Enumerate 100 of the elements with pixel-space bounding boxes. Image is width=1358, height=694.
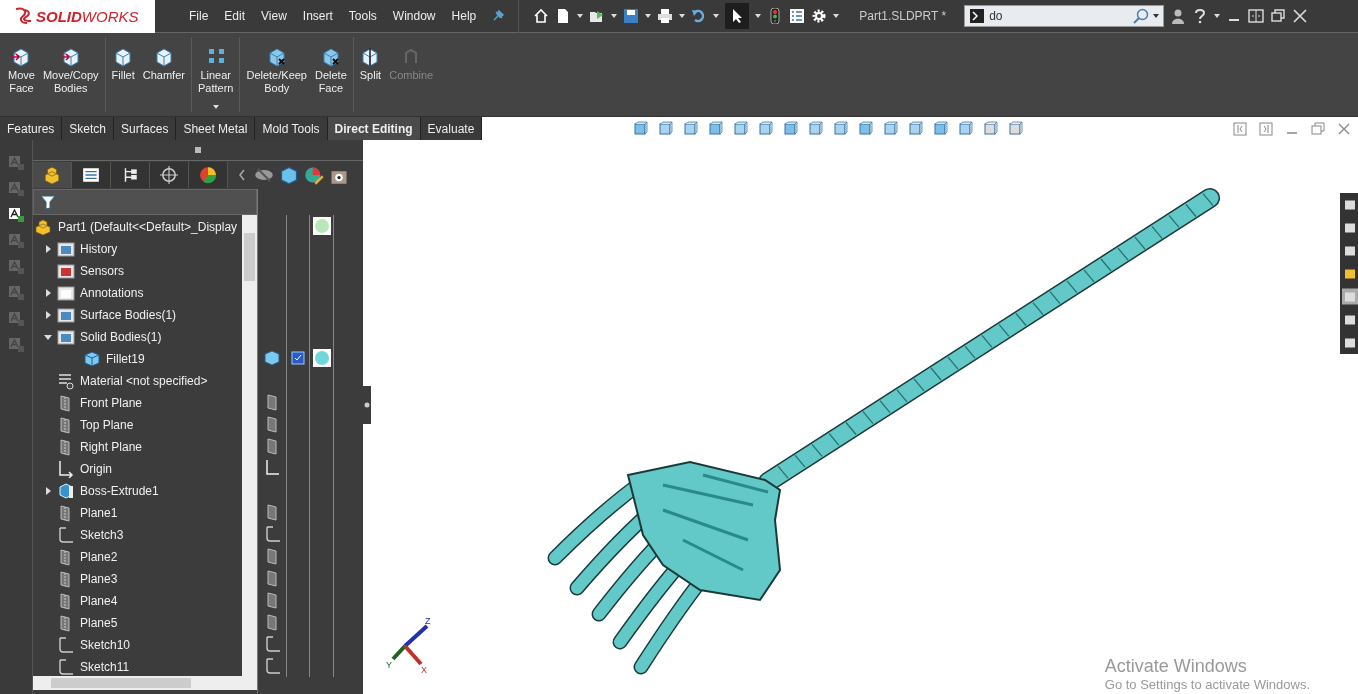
dimxpert-tab[interactable] — [150, 162, 189, 188]
caret-icon[interactable] — [577, 14, 584, 18]
solidworks-logo[interactable]: SOLIDWORKS — [0, 0, 155, 33]
bluebox-icon[interactable] — [289, 349, 307, 367]
color-wheel-icon — [199, 166, 217, 184]
tree-item[interactable]: Boss-Extrude1 — [80, 484, 159, 498]
menu-item[interactable]: Tools — [340, 9, 385, 23]
tree-item[interactable]: Front Plane — [80, 396, 143, 410]
menu-item[interactable]: Window — [384, 9, 444, 23]
configuration-manager-tab[interactable] — [111, 162, 150, 188]
panel-splitter-icon[interactable] — [363, 386, 371, 424]
tree-item[interactable]: Plane1 — [80, 506, 118, 520]
caret-icon[interactable] — [1153, 14, 1160, 18]
tree-item[interactable]: Plane3 — [80, 572, 118, 586]
origin-icon[interactable] — [263, 459, 281, 477]
tree-item[interactable]: Plane4 — [80, 594, 118, 608]
ribbon-tab[interactable]: Direct Editing — [327, 117, 421, 140]
caret-icon[interactable] — [645, 14, 652, 18]
menu-item[interactable]: File — [181, 9, 217, 23]
panel-grip-icon[interactable] — [195, 147, 201, 153]
menu-item[interactable]: View — [253, 9, 295, 23]
tree-item[interactable]: Plane5 — [80, 616, 118, 630]
cube-x-icon — [266, 47, 287, 67]
tree-item[interactable]: Material <not specified> — [80, 374, 208, 388]
tree-item[interactable]: Annotations — [80, 286, 144, 300]
caret-icon[interactable] — [1214, 14, 1221, 18]
tree-item[interactable]: Part1 (Default<<Default>_Display — [58, 220, 238, 234]
list-icon[interactable] — [789, 8, 806, 24]
feature-manager-tab[interactable] — [33, 162, 72, 188]
menu-item[interactable]: Edit — [216, 9, 254, 23]
body-icon — [83, 350, 101, 368]
body-icon[interactable] — [263, 349, 281, 367]
search-icon[interactable] — [1133, 8, 1150, 24]
annotation-tool-icon[interactable] — [8, 206, 24, 222]
part-icon — [43, 166, 61, 184]
select-button[interactable] — [725, 3, 750, 29]
caret-icon[interactable] — [833, 14, 840, 18]
search-query: do — [989, 9, 1004, 23]
activation-message: Go to Settings to activate Windows. — [1104, 677, 1310, 692]
tree-item[interactable]: Right Plane — [80, 440, 143, 454]
tile-windows-icon[interactable] — [1248, 8, 1265, 24]
sketch-icon[interactable] — [263, 635, 281, 653]
print-icon[interactable] — [657, 8, 674, 24]
expander-icon[interactable] — [44, 311, 52, 319]
expander-icon[interactable] — [44, 487, 52, 495]
ribbon-button[interactable]: Chamfer — [138, 45, 189, 84]
search-field[interactable]: do — [964, 5, 1165, 27]
save-icon[interactable] — [623, 8, 640, 24]
expander-icon[interactable] — [44, 245, 52, 253]
appearance-ball-icon[interactable] — [312, 349, 331, 367]
ribbon-button[interactable]: Linear Pattern — [193, 45, 238, 111]
filter-icon[interactable] — [40, 194, 56, 210]
ribbon-button[interactable]: Delete/Keep Body — [242, 45, 311, 97]
tree-item[interactable]: Top Plane — [80, 418, 134, 432]
tree-item[interactable]: Surface Bodies(1) — [80, 308, 177, 322]
tree-item[interactable]: Sketch10 — [80, 638, 131, 652]
origin-icon — [57, 460, 75, 478]
tree-item[interactable]: History — [80, 242, 118, 256]
caret-icon[interactable] — [212, 105, 219, 109]
collapse-icon[interactable] — [238, 169, 246, 181]
tree-item[interactable]: Origin — [80, 462, 112, 476]
cube-split-icon — [360, 47, 381, 67]
sketch-icon[interactable] — [263, 657, 281, 675]
part-icon — [35, 218, 53, 236]
display-mode-icon[interactable] — [279, 165, 299, 185]
close-icon[interactable] — [1292, 8, 1309, 24]
cube-arrow-icon — [11, 47, 32, 67]
ribbon-button[interactable]: Move Face — [4, 45, 39, 97]
tree-item[interactable]: Solid Bodies(1) — [80, 330, 162, 344]
caret-icon[interactable] — [679, 14, 686, 18]
property-manager-tab[interactable] — [72, 162, 111, 188]
horizontal-scrollbar[interactable] — [33, 676, 257, 690]
appearance-ball-icon[interactable] — [312, 217, 331, 235]
sketch-icon[interactable] — [263, 525, 281, 543]
user-icon[interactable] — [1170, 8, 1187, 24]
tree-item[interactable]: Sensors — [80, 264, 125, 278]
caret-icon[interactable] — [755, 14, 762, 18]
tree-item[interactable]: Plane2 — [80, 550, 118, 564]
sketch-icon — [57, 636, 75, 654]
ribbon-button[interactable]: Fillet — [107, 45, 139, 84]
vertical-scrollbar[interactable] — [242, 215, 257, 676]
display-manager-tab[interactable] — [189, 162, 228, 188]
expander-icon[interactable] — [44, 333, 52, 341]
caret-icon[interactable] — [611, 14, 618, 18]
menu-item[interactable]: Insert — [294, 9, 341, 23]
ribbon-button[interactable]: Move/Copy Bodies — [38, 45, 103, 97]
tree-item[interactable]: Fillet19 — [106, 352, 145, 366]
history-icon — [57, 240, 75, 258]
ribbon-button[interactable]: Split — [355, 45, 386, 84]
ribbon-button[interactable]: Delete Face — [311, 45, 351, 97]
menu-item[interactable]: Help — [443, 9, 485, 23]
restore-icon[interactable] — [1270, 8, 1287, 24]
cube-icon[interactable] — [707, 120, 724, 137]
tree-item[interactable]: Sketch3 — [80, 528, 124, 542]
caret-icon[interactable] — [713, 14, 720, 18]
settings-icon[interactable] — [811, 8, 828, 24]
cube-arrow-icon — [60, 47, 81, 67]
tree-item[interactable]: Sketch11 — [80, 660, 130, 674]
expander-icon[interactable] — [44, 289, 52, 297]
list-icon — [82, 166, 100, 184]
